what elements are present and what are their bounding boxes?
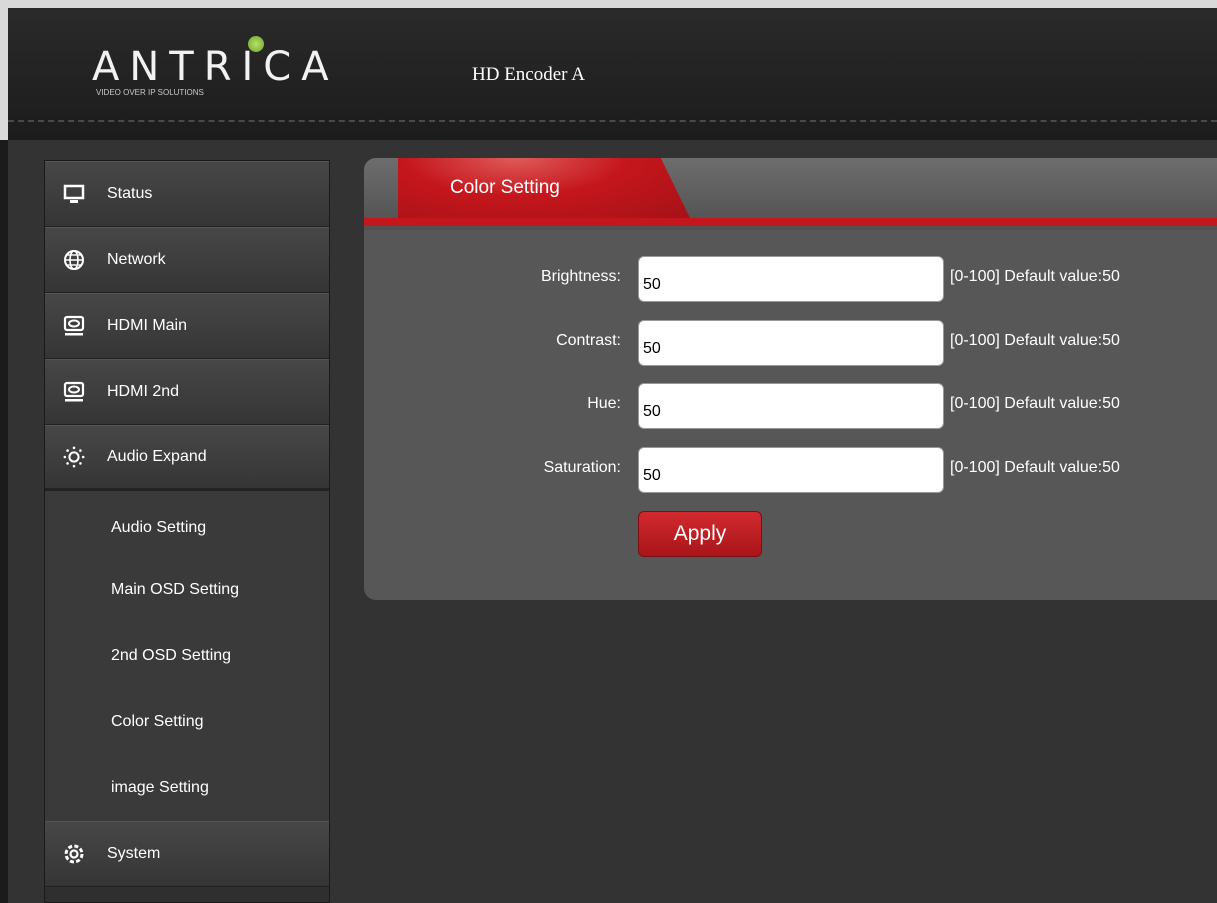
contrast-label: Contrast: (556, 332, 621, 349)
gear-icon (63, 843, 85, 865)
apply-button[interactable]: Apply (638, 511, 762, 557)
sidebar-item-label: Status (107, 185, 153, 202)
sidebar-item-label: HDMI Main (107, 317, 188, 334)
antrica-logo: ANTRICA VIDEO OVER IP SOLUTIONS (92, 36, 372, 104)
monitor-icon (63, 183, 85, 205)
hue-hint: [0-100] Default value:50 (950, 395, 1120, 412)
brightness-row: Brightness: [0-100] Default value:50 (364, 256, 1217, 302)
sidebar-item-status[interactable]: Status (45, 161, 329, 227)
tab-color-setting[interactable]: Color Setting (398, 158, 690, 218)
sidebar-item-label: Network (107, 251, 166, 268)
color-setting-panel: Color Setting Brightness: [0-100] Defaul… (364, 158, 1217, 600)
sidebar-item-system[interactable]: System (45, 821, 329, 887)
brightness-input[interactable] (638, 256, 944, 302)
submenu-item-main-osd-setting[interactable]: Main OSD Setting (45, 557, 329, 623)
globe-icon (63, 249, 85, 271)
saturation-label: Saturation: (543, 459, 621, 476)
sidebar-item-label: Audio Expand (107, 448, 207, 465)
hdmi-icon (63, 381, 85, 403)
header-bar: ANTRICA VIDEO OVER IP SOLUTIONS HD Encod… (0, 0, 1217, 140)
saturation-input[interactable] (638, 447, 944, 493)
hue-input[interactable] (638, 383, 944, 429)
device-title: HD Encoder A (472, 64, 585, 85)
sidebar: Status Network HDMI Main HDMI 2nd Audio … (44, 160, 330, 903)
sidebar-item-label: HDMI 2nd (107, 383, 180, 400)
sidebar-item-audio-expand[interactable]: Audio Expand (45, 425, 329, 491)
saturation-hint: [0-100] Default value:50 (950, 459, 1120, 476)
logo-dot (248, 36, 264, 52)
contrast-input[interactable] (638, 320, 944, 366)
sidebar-item-label: System (107, 845, 161, 862)
contrast-hint: [0-100] Default value:50 (950, 332, 1120, 349)
submenu-item-color-setting[interactable]: Color Setting (45, 689, 329, 755)
hdmi-icon (63, 315, 85, 337)
logo-tagline: VIDEO OVER IP SOLUTIONS (96, 88, 204, 97)
submenu-item-audio-setting[interactable]: Audio Setting (45, 491, 329, 557)
sidebar-item-hdmi-main[interactable]: HDMI Main (45, 293, 329, 359)
sidebar-item-hdmi-2nd[interactable]: HDMI 2nd (45, 359, 329, 425)
audio-expand-submenu: Audio Setting Main OSD Setting 2nd OSD S… (45, 491, 329, 821)
saturation-row: Saturation: [0-100] Default value:50 (364, 447, 1217, 493)
sun-icon (63, 446, 85, 468)
submenu-item-image-setting[interactable]: image Setting (45, 755, 329, 821)
contrast-row: Contrast: [0-100] Default value:50 (364, 320, 1217, 366)
left-frame (0, 140, 8, 903)
logo-text: ANTRICA (92, 44, 339, 90)
hue-label: Hue: (587, 395, 621, 412)
brightness-label: Brightness: (540, 268, 621, 285)
sidebar-item-network[interactable]: Network (45, 227, 329, 293)
hue-row: Hue: [0-100] Default value:50 (364, 383, 1217, 429)
panel-header-underline (364, 218, 1217, 226)
submenu-item-2nd-osd-setting[interactable]: 2nd OSD Setting (45, 623, 329, 689)
brightness-hint: [0-100] Default value:50 (950, 268, 1120, 285)
